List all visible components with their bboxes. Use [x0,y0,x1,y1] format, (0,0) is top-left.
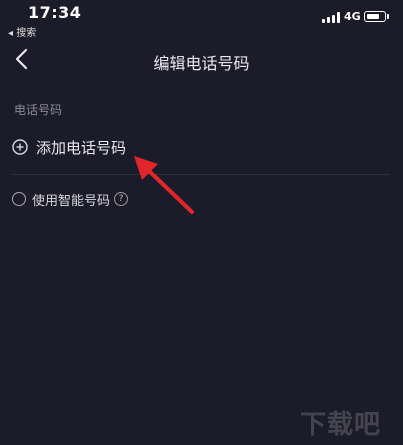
add-phone-label: 添加电话号码 [36,138,127,157]
signal-icon [322,12,340,23]
add-phone-button[interactable]: 添加电话号码 [12,135,126,159]
network-type: 4G [344,10,361,23]
status-bar: 17:34 ◂ 搜索 4G [0,0,403,40]
help-icon[interactable]: ? [114,192,129,206]
status-time: 17:34 [28,3,82,22]
smart-number-label: 使用智能号码 [32,193,111,209]
page-title: 编辑电话号码 [153,54,250,73]
smart-number-radio[interactable] [12,192,26,206]
watermark-logo: 下载吧 [300,410,382,440]
divider [12,174,390,175]
battery-icon [364,11,386,22]
battery-cap [387,14,389,19]
section-label-phone: 电话号码 [14,103,63,117]
back-to-app-link[interactable]: ◂ 搜索 [8,24,36,39]
smart-number-option[interactable]: 使用智能号码 ? [12,189,129,209]
plus-circle-icon [12,139,28,155]
red-arrow-annotation [134,156,194,214]
